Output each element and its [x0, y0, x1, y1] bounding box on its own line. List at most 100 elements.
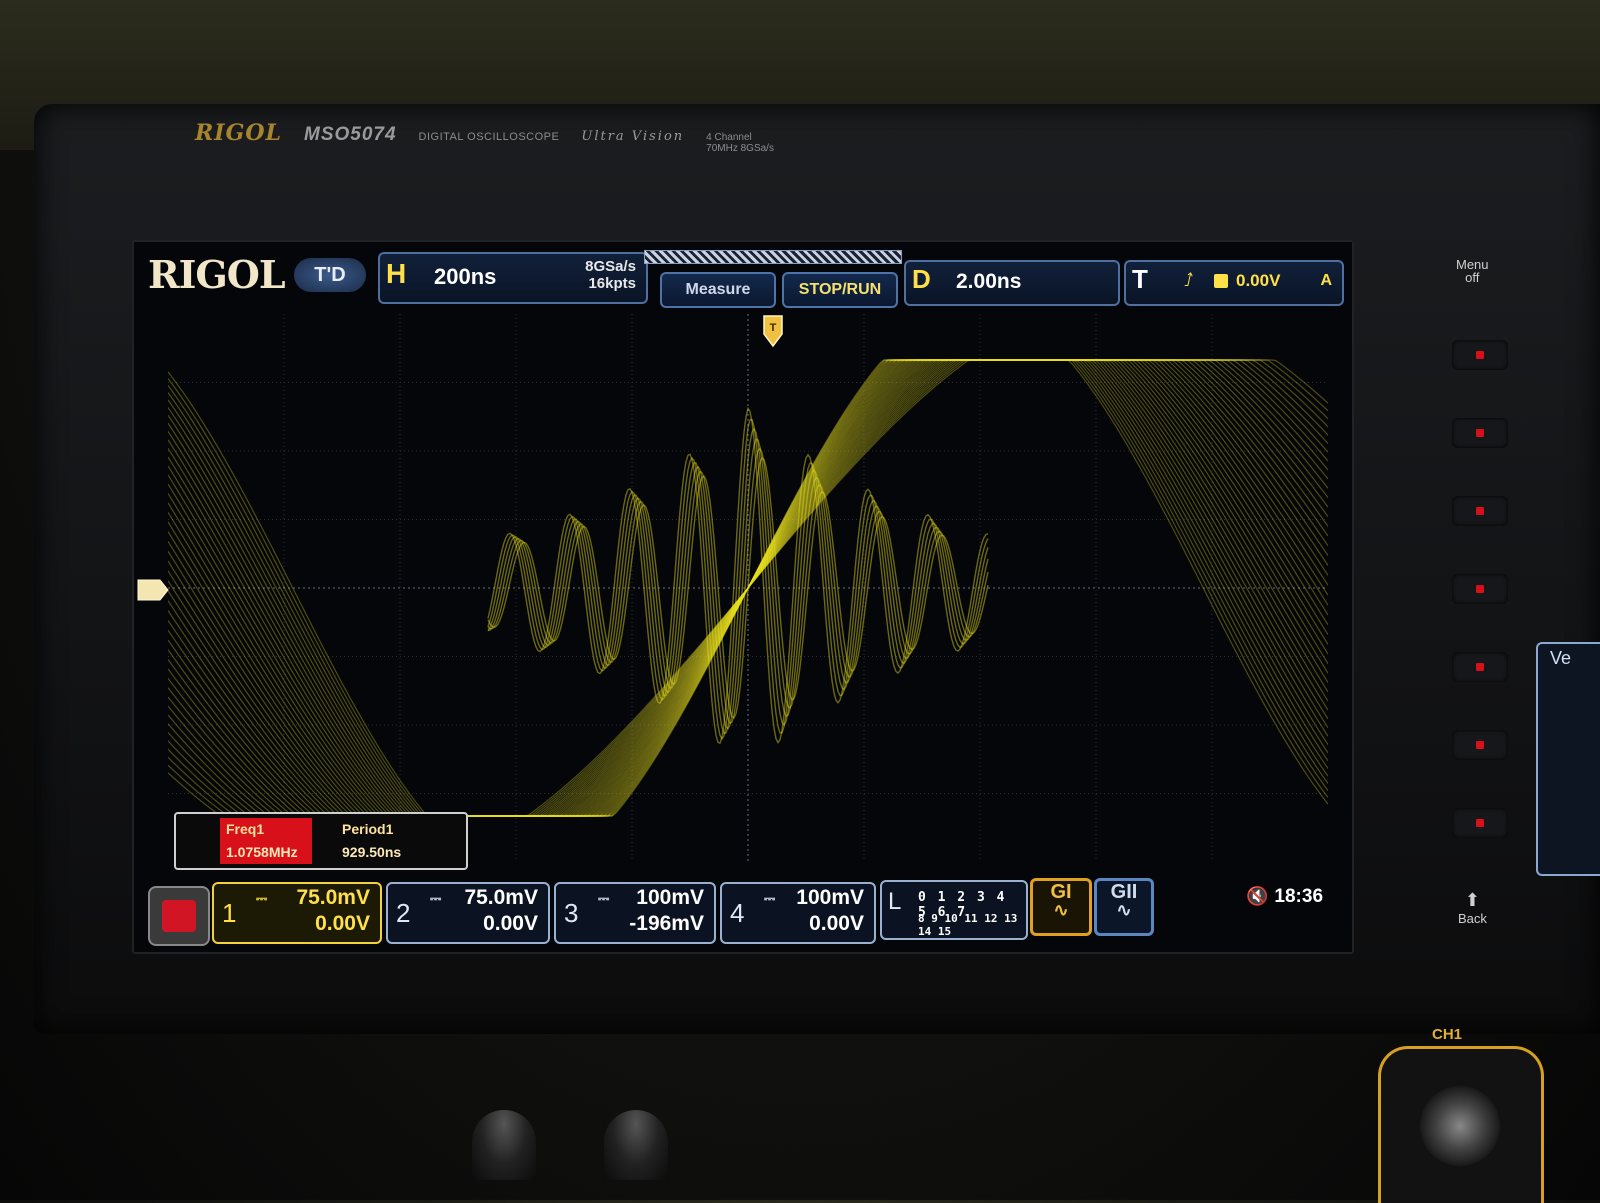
- device-description: DIGITAL OSCILLOSCOPE: [418, 131, 560, 143]
- back-arrow-icon: ⬆: [1464, 890, 1480, 910]
- trigger-mode: A: [1320, 272, 1332, 289]
- ch1-connector-label: CH1: [1432, 1026, 1463, 1043]
- softkey-led: [1476, 819, 1484, 827]
- front-panel-branding: RIGOL MSO5074 DIGITAL OSCILLOSCOPE Ultra…: [195, 120, 774, 156]
- model-number: MSO5074: [304, 124, 397, 145]
- series-name: Ultra Vision: [581, 129, 685, 144]
- generator-1-button[interactable]: GI ∿: [1030, 878, 1092, 936]
- menu-off-button[interactable]: Menu off: [1456, 258, 1489, 284]
- frequency-label: Freq1: [226, 821, 265, 837]
- channel-2-offset: 0.00V: [483, 912, 538, 935]
- softkey-7[interactable]: [1452, 808, 1508, 838]
- channel-2-box[interactable]: 2 ⎓ 75.0mV 0.00V: [386, 882, 550, 944]
- softkey-led: [1476, 429, 1484, 437]
- waveform-display[interactable]: [168, 314, 1328, 862]
- bottom-channel-bar: 1 ⎓ 75.0mV 0.00V 2 ⎓ 75.0mV 0.00V 3 ⎓ 10…: [134, 874, 1352, 946]
- delay-value: 2.00ns: [956, 270, 1022, 293]
- mode-badge[interactable]: T'D: [294, 258, 366, 292]
- softkey-led: [1476, 585, 1484, 593]
- trigger-position-marker[interactable]: T: [762, 314, 784, 348]
- spec-line-1: 4 Channel: [706, 132, 752, 143]
- oscilloscope-screen: RIGOL T'D H 200ns 8GSa/s 16kpts Measure …: [132, 240, 1354, 954]
- dc-coupling-icon: ⎓: [598, 890, 610, 906]
- sine-wave-icon: ∿: [1053, 900, 1069, 920]
- channel-3-offset: -196mV: [629, 912, 704, 935]
- channel-4-scale: 100mV: [796, 886, 864, 909]
- clock-time: 18:36: [1274, 886, 1324, 907]
- memory-position-strip[interactable]: [644, 250, 902, 264]
- side-control-panel: Ve: [1536, 642, 1600, 876]
- channel-3-number: 3: [564, 898, 579, 928]
- channel-1-number: 1: [222, 898, 237, 928]
- softkey-3[interactable]: [1452, 496, 1508, 526]
- timebase-value: 200ns: [434, 264, 497, 289]
- trigger-key: T: [1132, 264, 1148, 294]
- sine-wave-icon: ∿: [1116, 900, 1132, 920]
- menu-off-line-2: off: [1465, 270, 1480, 285]
- acquisition-info: 8GSa/s 16kpts: [585, 258, 636, 292]
- trigger-level: 0.00V: [1236, 271, 1281, 290]
- rising-edge-icon: ⭜: [1184, 270, 1194, 290]
- softkey-led: [1476, 351, 1484, 359]
- channel-1-box[interactable]: 1 ⎓ 75.0mV 0.00V: [212, 882, 382, 944]
- logic-key: L: [888, 888, 902, 915]
- channel-3-box[interactable]: 3 ⎓ 100mV -196mV: [554, 882, 716, 944]
- period-measurement[interactable]: Period1 929.50ns: [336, 818, 446, 864]
- front-brand-logo: RIGOL: [195, 120, 282, 146]
- dc-coupling-icon: ⎓: [430, 890, 442, 906]
- frequency-measurement[interactable]: Freq1 1.0758MHz: [220, 818, 312, 864]
- spec-text: 4 Channel 70MHz 8GSa/s: [706, 132, 774, 154]
- run-stop-indicator[interactable]: [148, 886, 210, 946]
- channel-2-number: 2: [396, 898, 411, 928]
- back-label: Back: [1458, 911, 1487, 926]
- channel-4-box[interactable]: 4 ⎓ 100mV 0.00V: [720, 882, 876, 944]
- measure-button[interactable]: Measure: [660, 272, 776, 308]
- softkey-1[interactable]: [1452, 340, 1508, 370]
- channel-2-scale: 75.0mV: [464, 886, 538, 909]
- waveform-svg: [168, 314, 1328, 862]
- stop-run-button[interactable]: STOP/RUN: [782, 272, 898, 308]
- softkey-4[interactable]: [1452, 574, 1508, 604]
- clipped-panel-label: Ve: [1550, 648, 1572, 668]
- front-knob[interactable]: [472, 1110, 536, 1180]
- softkey-5[interactable]: [1452, 652, 1508, 682]
- softkey-led: [1476, 741, 1484, 749]
- stop-icon: [162, 900, 196, 932]
- softkey-led: [1476, 663, 1484, 671]
- top-status-bar: RIGOL T'D H 200ns 8GSa/s 16kpts Measure …: [134, 242, 1352, 312]
- channel-4-number: 4: [730, 898, 745, 928]
- delay-box[interactable]: D 2.00ns: [904, 260, 1120, 306]
- sample-rate: 8GSa/s: [585, 258, 636, 275]
- muted-speaker-icon[interactable]: 🔇: [1246, 886, 1268, 906]
- measurement-panel[interactable]: Freq1 1.0758MHz Period1 929.50ns: [174, 812, 468, 870]
- channel-1-scale: 75.0mV: [296, 886, 370, 909]
- spec-line-2: 70MHz 8GSa/s: [706, 143, 774, 154]
- back-button[interactable]: ⬆ Back: [1458, 890, 1487, 926]
- horizontal-timebase-box[interactable]: H 200ns 8GSa/s 16kpts: [378, 252, 648, 304]
- logic-analyzer-box[interactable]: L 0 1 2 3 4 5 6 7 8 9 10 11 12 13 14 15: [880, 880, 1028, 940]
- horizontal-key: H: [386, 258, 407, 289]
- memory-depth: 16kpts: [588, 275, 636, 292]
- trigger-source-indicator: [1214, 274, 1228, 288]
- period-label: Period1: [342, 821, 394, 837]
- channel-4-offset: 0.00V: [809, 912, 864, 935]
- logic-channels-row-2: 8 9 10 11 12 13 14 15: [918, 912, 1018, 938]
- dc-coupling-icon: ⎓: [256, 890, 268, 906]
- status-clock: 🔇 18:36: [1246, 886, 1323, 908]
- softkey-led: [1476, 507, 1484, 515]
- period-value: 929.50ns: [342, 844, 402, 860]
- channel-3-scale: 100mV: [636, 886, 704, 909]
- frequency-value: 1.0758MHz: [226, 844, 298, 860]
- dc-coupling-icon: ⎓: [764, 890, 776, 906]
- trigger-box[interactable]: T ⭜ 0.00V A: [1124, 260, 1344, 306]
- generator-2-button[interactable]: GII ∿: [1094, 878, 1154, 936]
- delay-key: D: [912, 264, 931, 294]
- screen-logo: RIGOL: [148, 252, 286, 297]
- front-knob[interactable]: [604, 1110, 668, 1180]
- softkey-2[interactable]: [1452, 418, 1508, 448]
- svg-text:T: T: [770, 322, 777, 334]
- bnc-connector-icon: [1420, 1086, 1500, 1166]
- channel-1-level-marker[interactable]: [136, 578, 170, 602]
- softkey-6[interactable]: [1452, 730, 1508, 760]
- channel-1-offset: 0.00V: [315, 912, 370, 935]
